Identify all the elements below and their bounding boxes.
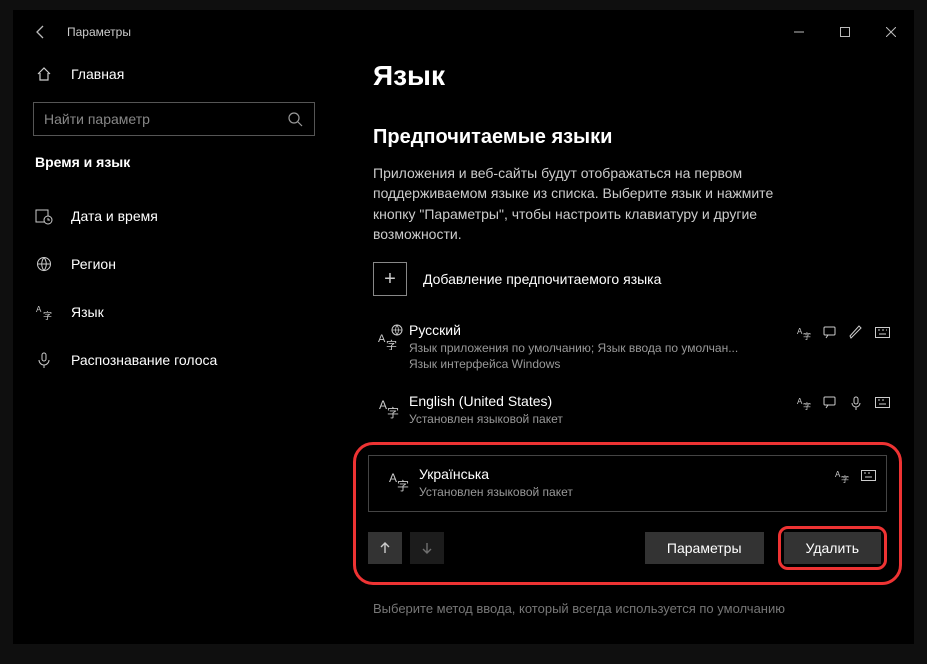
nav-label: Распознавание голоса bbox=[71, 352, 217, 368]
tts-icon bbox=[822, 324, 838, 340]
main-content: Язык Предпочитаемые языки Приложения и в… bbox=[321, 54, 914, 644]
nav-region[interactable]: Регион bbox=[33, 244, 315, 284]
display-lang-icon: A字 bbox=[796, 324, 812, 340]
add-language-button[interactable]: + Добавление предпочитаемого языка bbox=[373, 262, 894, 296]
language-item-selected[interactable]: A字 Українська Установлен языковой пакет … bbox=[368, 455, 887, 512]
back-button[interactable] bbox=[27, 18, 55, 46]
svg-text:字: 字 bbox=[803, 331, 811, 340]
highlight-annotation: A字 Українська Установлен языковой пакет … bbox=[353, 442, 902, 585]
svg-text:A: A bbox=[379, 398, 387, 412]
nav-label: Дата и время bbox=[71, 208, 158, 224]
svg-text:字: 字 bbox=[803, 401, 811, 410]
page-title: Язык bbox=[373, 60, 894, 92]
close-button[interactable] bbox=[868, 16, 914, 48]
display-lang-icon: A字 bbox=[796, 395, 812, 411]
tts-icon bbox=[822, 395, 838, 411]
language-name: Українська bbox=[419, 466, 834, 482]
add-label: Добавление предпочитаемого языка bbox=[423, 271, 661, 287]
keyboard-icon bbox=[874, 324, 890, 340]
window-title: Параметры bbox=[67, 25, 131, 39]
speech-icon bbox=[848, 395, 864, 411]
display-lang-icon: A字 bbox=[834, 468, 850, 484]
category-title: Время и язык bbox=[33, 154, 315, 170]
language-sub: Язык приложения по умолчанию; Язык ввода… bbox=[409, 340, 796, 357]
language-name: English (United States) bbox=[409, 393, 796, 409]
language-item[interactable]: A字 Русский Язык приложения по умолчанию;… bbox=[373, 316, 894, 377]
svg-text:字: 字 bbox=[397, 478, 409, 492]
sidebar: Главная Время и язык Дата и время Регио bbox=[13, 54, 321, 644]
nav-label: Регион bbox=[71, 256, 116, 272]
home-label: Главная bbox=[71, 66, 124, 82]
svg-text:A: A bbox=[36, 305, 42, 314]
plus-icon: + bbox=[373, 262, 407, 296]
language-glyph-icon: A字 bbox=[383, 466, 419, 501]
search-icon bbox=[286, 110, 304, 128]
svg-text:字: 字 bbox=[387, 405, 399, 419]
svg-text:字: 字 bbox=[841, 474, 849, 483]
highlight-annotation-delete: Удалить bbox=[778, 526, 887, 570]
options-button[interactable]: Параметры bbox=[645, 532, 764, 564]
language-glyph-icon: A字 bbox=[373, 393, 409, 428]
language-sub: Установлен языковой пакет bbox=[419, 484, 834, 501]
globe-icon bbox=[35, 255, 53, 273]
handwriting-icon bbox=[848, 324, 864, 340]
microphone-icon bbox=[35, 351, 53, 369]
nav-label: Язык bbox=[71, 304, 104, 320]
maximize-button[interactable] bbox=[822, 16, 868, 48]
language-glyph-icon: A字 bbox=[373, 322, 409, 371]
hint-text: Выберите метод ввода, который всегда исп… bbox=[373, 601, 894, 616]
nav-language[interactable]: A字 Язык bbox=[33, 292, 315, 332]
section-desc: Приложения и веб-сайты будут отображатьс… bbox=[373, 163, 813, 244]
home-nav[interactable]: Главная bbox=[33, 54, 315, 94]
nav-speech[interactable]: Распознавание голоса bbox=[33, 340, 315, 380]
language-name: Русский bbox=[409, 322, 796, 338]
move-up-button[interactable] bbox=[368, 532, 402, 564]
nav-date-time[interactable]: Дата и время bbox=[33, 196, 315, 236]
section-title: Предпочитаемые языки bbox=[373, 126, 894, 149]
delete-button[interactable]: Удалить bbox=[784, 532, 881, 564]
move-down-button[interactable] bbox=[410, 532, 444, 564]
svg-text:字: 字 bbox=[43, 310, 52, 321]
svg-text:字: 字 bbox=[386, 338, 397, 350]
search-input[interactable] bbox=[44, 111, 286, 127]
language-sub: Установлен языковой пакет bbox=[409, 411, 796, 428]
search-box[interactable] bbox=[33, 102, 315, 136]
home-icon bbox=[35, 65, 53, 83]
keyboard-icon bbox=[860, 468, 876, 484]
keyboard-icon bbox=[874, 395, 890, 411]
svg-text:A: A bbox=[389, 471, 397, 485]
calendar-clock-icon bbox=[35, 207, 53, 225]
minimize-button[interactable] bbox=[776, 16, 822, 48]
language-item[interactable]: A字 English (United States) Установлен яз… bbox=[373, 387, 894, 434]
language-sub2: Язык интерфейса Windows bbox=[409, 357, 796, 371]
svg-text:A: A bbox=[378, 333, 386, 345]
language-icon: A字 bbox=[35, 303, 53, 321]
